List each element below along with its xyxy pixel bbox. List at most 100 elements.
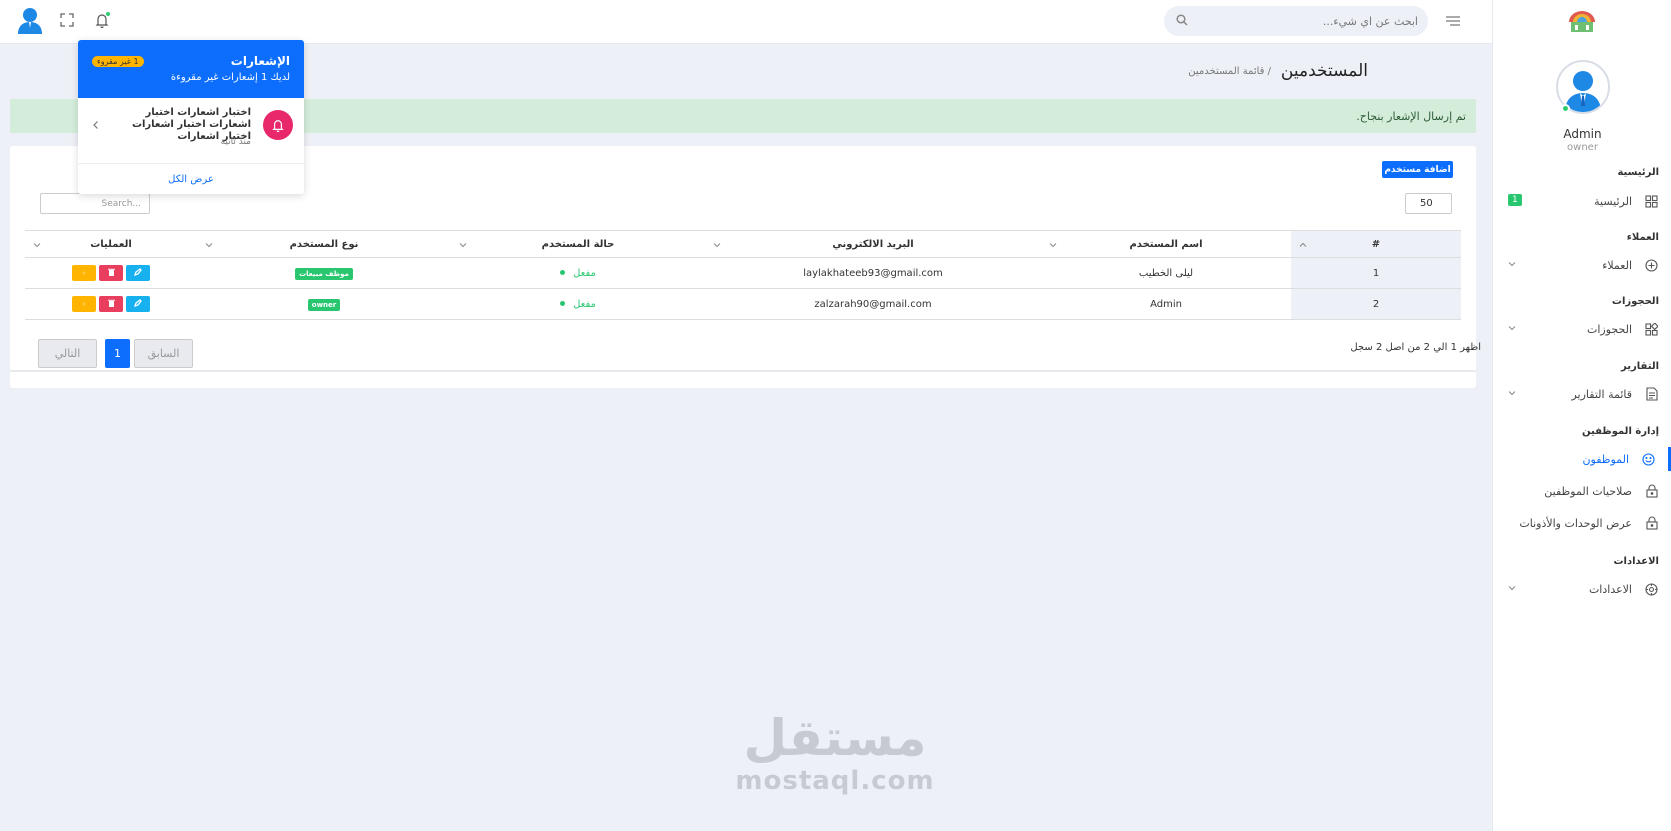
- sidebar-item-home[interactable]: الرئيسية 1: [1492, 189, 1671, 213]
- sidebar: Admin owner الرئيسية الرئيسية 1 العملاء …: [1492, 0, 1671, 831]
- notification-item[interactable]: اختبار اشعارات اختبار اشعارات اختبار اشع…: [78, 98, 304, 164]
- table-info: اظهر 1 الي 2 من اصل 2 سجل: [1350, 342, 1481, 353]
- lock-icon: [1644, 484, 1659, 499]
- edit-button[interactable]: [126, 265, 150, 281]
- column-ops[interactable]: العمليات: [25, 230, 197, 258]
- column-email[interactable]: البريد الالكتروني: [705, 230, 1041, 258]
- cell-id: 1: [1291, 257, 1461, 289]
- status-dot: [560, 270, 566, 275]
- smile-icon: [1641, 452, 1656, 467]
- sidebar-item-reports[interactable]: قائمة التقارير: [1492, 382, 1671, 406]
- notifications-header: الإشعارات لديك 1 إشعارات غير مقروءة 1 غي…: [78, 40, 304, 98]
- profile-role: owner: [1567, 142, 1598, 153]
- view-icon: ◦: [81, 299, 87, 309]
- menu-icon[interactable]: [1444, 14, 1462, 28]
- table-search-input[interactable]: [40, 193, 150, 214]
- page-1-button[interactable]: 1: [105, 339, 130, 368]
- sidebar-item-employees[interactable]: الموظفون: [1492, 447, 1671, 471]
- sort-down-icon: [33, 241, 41, 249]
- grid-icon: [1644, 322, 1659, 337]
- section-clients: العملاء: [1626, 232, 1659, 243]
- cell-ops: ◦: [25, 288, 197, 320]
- watermark-latin: mostaql.com: [735, 766, 935, 796]
- add-user-button[interactable]: اضافة مستخدم: [1382, 161, 1453, 178]
- notification-time: منذ ثانية: [220, 137, 251, 147]
- status-dot: [560, 301, 566, 306]
- column-type[interactable]: نوع المستخدم: [197, 230, 451, 258]
- chevron-left-icon: [90, 120, 100, 130]
- cell-name: Admin: [1041, 288, 1291, 320]
- notifications-title: الإشعارات: [230, 54, 290, 68]
- sort-up-icon: [1299, 241, 1307, 249]
- bell-icon[interactable]: [93, 11, 111, 29]
- profile-name: Admin: [1563, 127, 1602, 141]
- sidebar-item-clients[interactable]: العملاء: [1492, 253, 1671, 277]
- cell-type: موظف مبيعات: [197, 257, 451, 289]
- view-icon: ◦: [81, 268, 87, 278]
- cell-status: مفعل: [451, 288, 705, 320]
- settings-icon: [1644, 582, 1659, 597]
- sidebar-item-label: الحجوزات: [1586, 322, 1632, 336]
- pencil-icon: [133, 268, 142, 278]
- online-status-dot: [1561, 104, 1570, 113]
- sidebar-item-permissions[interactable]: صلاحيات الموظفين: [1492, 479, 1671, 503]
- user-type-badge: owner: [307, 298, 341, 311]
- plus-circle-icon: [1644, 258, 1659, 273]
- sidebar-item-label: صلاحيات الموظفين: [1544, 484, 1632, 498]
- trash-icon: [107, 299, 115, 309]
- notifications-dropdown: الإشعارات لديك 1 إشعارات غير مقروءة 1 غي…: [78, 40, 304, 194]
- sidebar-item-units[interactable]: عرض الوحدات والأذونات: [1492, 511, 1671, 535]
- page-size-select[interactable]: 50: [1405, 193, 1452, 214]
- search-input[interactable]: [1188, 14, 1418, 28]
- sidebar-item-label: الموظفون: [1582, 452, 1629, 466]
- delete-button[interactable]: [99, 265, 123, 281]
- view-all-notifications-link[interactable]: عرض الكل: [78, 164, 304, 194]
- topbar: [0, 0, 1492, 44]
- table-row: 1 ليلى الخطيب laylakhateeb93@gmail.com م…: [25, 257, 1461, 289]
- column-name[interactable]: اسم المستخدم: [1041, 230, 1291, 258]
- global-search[interactable]: [1164, 6, 1428, 36]
- user-avatar-icon[interactable]: [17, 6, 43, 34]
- cell-status: مفعل: [451, 257, 705, 289]
- sort-down-icon: [1049, 241, 1057, 249]
- sidebar-item-label: عرض الوحدات والأذونات: [1519, 516, 1632, 530]
- chevron-down-icon: [1506, 582, 1516, 592]
- trash-icon: [107, 268, 115, 278]
- sort-down-icon: [205, 241, 213, 249]
- view-button[interactable]: ◦: [72, 296, 96, 312]
- app-logo[interactable]: [1567, 8, 1597, 34]
- chevron-down-icon: [1506, 258, 1516, 268]
- cell-email: zalzarah90@gmail.com: [705, 288, 1041, 320]
- cell-id: 2: [1291, 288, 1461, 320]
- delete-button[interactable]: [99, 296, 123, 312]
- view-button[interactable]: ◦: [72, 265, 96, 281]
- table-row: 2 Admin zalzarah90@gmail.com مفعل owner …: [25, 288, 1461, 320]
- column-id[interactable]: #: [1291, 230, 1461, 258]
- next-page-button[interactable]: التالي: [38, 339, 97, 368]
- dashboard-icon: [1644, 194, 1659, 209]
- section-settings: الاعدادات: [1613, 556, 1659, 567]
- watermark-arabic: مستقل: [743, 709, 927, 767]
- breadcrumb[interactable]: / قائمة المستخدمين: [1188, 66, 1271, 77]
- notification-dot: [105, 11, 111, 17]
- search-icon: [1174, 14, 1188, 28]
- fullscreen-icon[interactable]: [59, 12, 75, 28]
- pagination: التالي 1 السابق: [38, 339, 193, 368]
- cell-name: ليلى الخطيب: [1041, 257, 1291, 289]
- user-type-badge: موظف مبيعات: [295, 267, 353, 280]
- chevron-down-icon: [1506, 322, 1516, 332]
- section-reports: التقارير: [1621, 361, 1659, 372]
- home-badge: 1: [1508, 194, 1522, 206]
- cell-email: laylakhateeb93@gmail.com: [705, 257, 1041, 289]
- column-status[interactable]: حالة المستخدم: [451, 230, 705, 258]
- edit-button[interactable]: [126, 296, 150, 312]
- sidebar-item-settings[interactable]: الاعدادات: [1492, 577, 1671, 601]
- sidebar-item-label: الاعدادات: [1588, 582, 1632, 596]
- cell-type: owner: [197, 288, 451, 320]
- sidebar-item-label: الرئيسية: [1594, 194, 1632, 208]
- section-staff: إدارة الموظفين: [1582, 426, 1659, 437]
- sidebar-item-bookings[interactable]: الحجوزات: [1492, 317, 1671, 341]
- cell-ops: ◦: [25, 257, 197, 289]
- sidebar-item-label: قائمة التقارير: [1571, 387, 1632, 401]
- prev-page-button[interactable]: السابق: [134, 339, 193, 368]
